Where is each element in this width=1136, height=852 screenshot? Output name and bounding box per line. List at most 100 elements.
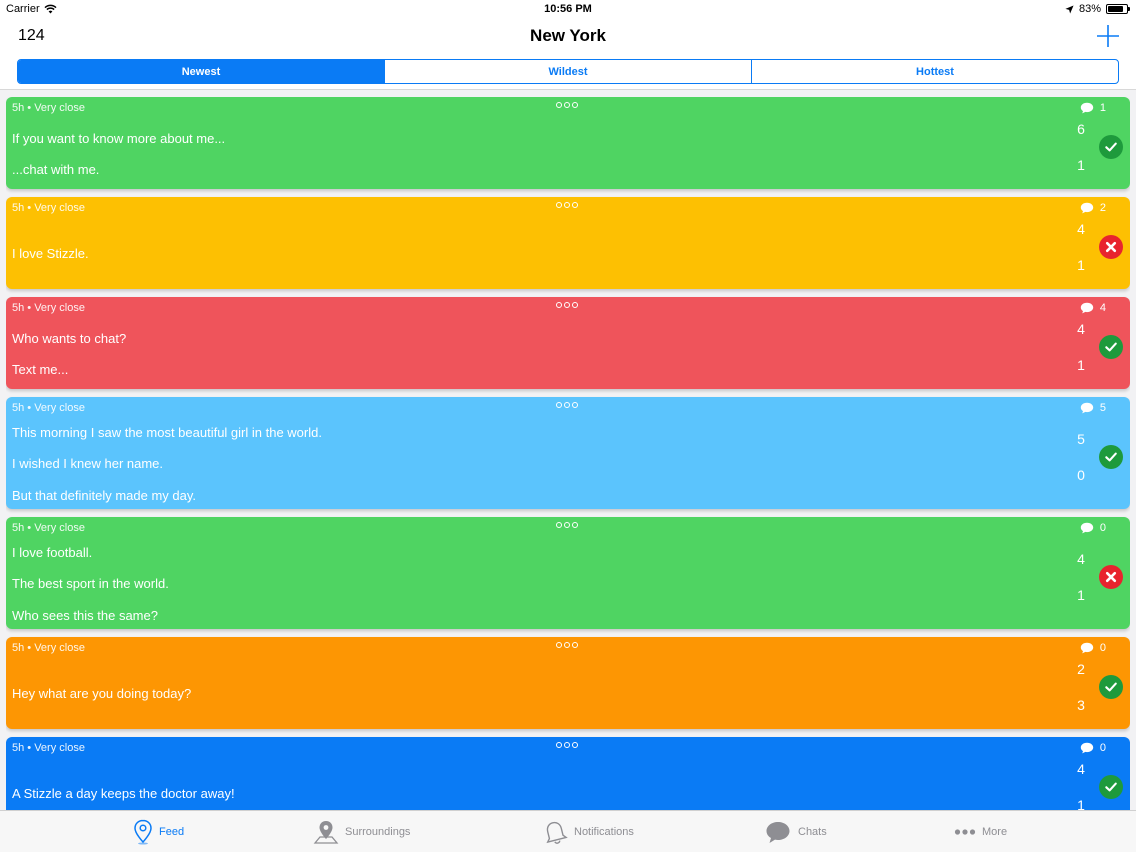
downvote-count[interactable]: 1 xyxy=(1074,157,1088,173)
checkmark-icon xyxy=(1105,782,1117,792)
tab-notifications[interactable]: Notifications xyxy=(542,811,634,852)
comment-count: 2 xyxy=(1099,202,1106,214)
comment-icon xyxy=(1080,302,1094,314)
post-comment-count[interactable]: 0 xyxy=(1080,522,1106,534)
post-options-button[interactable] xyxy=(556,742,578,748)
post-card[interactable]: 5h • Very close I love Stizzle. 2 4 1 xyxy=(6,197,1130,289)
downvote-count[interactable]: 3 xyxy=(1074,697,1088,713)
tab-more[interactable]: More xyxy=(954,811,1007,852)
vote-status-badge[interactable] xyxy=(1099,135,1123,159)
post-card[interactable]: 5h • Very close Who wants to chat? Text m… xyxy=(6,297,1130,389)
tab-surroundings[interactable]: Surroundings xyxy=(313,811,410,852)
post-text-line: A Stizzle a day keeps the doctor away! xyxy=(12,786,235,802)
comment-icon xyxy=(1080,742,1094,754)
sort-segmented-control: Newest Wildest Hottest xyxy=(17,59,1119,84)
options-dot-icon xyxy=(556,102,562,108)
post-feed[interactable]: 5h • Very close If you want to know more… xyxy=(6,97,1130,810)
comment-icon xyxy=(1080,202,1094,214)
post-options-button[interactable] xyxy=(556,102,578,108)
post-options-button[interactable] xyxy=(556,202,578,208)
comment-icon xyxy=(1080,642,1094,654)
upvote-count[interactable]: 6 xyxy=(1074,121,1088,137)
checkmark-icon xyxy=(1105,682,1117,692)
post-comment-count[interactable]: 1 xyxy=(1080,102,1106,114)
upvote-count[interactable]: 4 xyxy=(1074,221,1088,237)
post-card[interactable]: 5h • Very close I love football. The best… xyxy=(6,517,1130,629)
post-meta: 5h • Very close xyxy=(12,302,85,314)
options-dot-icon xyxy=(564,522,570,528)
options-dot-icon xyxy=(556,642,562,648)
post-card[interactable]: 5h • Very close This morning I saw the m… xyxy=(6,397,1130,509)
options-dot-icon xyxy=(572,402,578,408)
tab-chats[interactable]: Chats xyxy=(764,811,827,852)
segment-wildest[interactable]: Wildest xyxy=(385,60,752,83)
post-options-button[interactable] xyxy=(556,642,578,648)
add-post-button[interactable] xyxy=(1094,22,1122,50)
comment-icon xyxy=(1080,402,1094,414)
post-comment-count[interactable]: 2 xyxy=(1080,202,1106,214)
tab-label: Feed xyxy=(159,826,185,838)
post-card[interactable]: 5h • Very close If you want to know more… xyxy=(6,97,1130,189)
downvote-count[interactable]: 1 xyxy=(1074,357,1088,373)
post-body: I love football. The best sport in the wo… xyxy=(12,537,1040,632)
upvote-count[interactable]: 5 xyxy=(1074,431,1088,447)
tab-label: Notifications xyxy=(574,826,634,838)
post-options-button[interactable] xyxy=(556,402,578,408)
checkmark-icon xyxy=(1105,452,1117,462)
comment-icon xyxy=(1080,522,1094,534)
status-time: 10:56 PM xyxy=(544,3,592,15)
options-dot-icon xyxy=(556,202,562,208)
post-card[interactable]: 5h • Very close Hey what are you doing t… xyxy=(6,637,1130,729)
options-dot-icon xyxy=(572,742,578,748)
options-dot-icon xyxy=(556,742,562,748)
vote-status-badge[interactable] xyxy=(1099,445,1123,469)
post-body: If you want to know more about me... ...c… xyxy=(12,123,1040,186)
segment-hottest[interactable]: Hottest xyxy=(752,60,1118,83)
vote-status-badge[interactable] xyxy=(1099,675,1123,699)
options-dot-icon xyxy=(572,202,578,208)
post-comment-count[interactable]: 0 xyxy=(1080,742,1106,754)
cross-icon xyxy=(1105,241,1117,253)
vote-status-badge[interactable] xyxy=(1099,235,1123,259)
downvote-count[interactable]: 1 xyxy=(1074,797,1088,810)
upvote-count[interactable]: 4 xyxy=(1074,551,1088,567)
post-text-line: The best sport in the world. xyxy=(12,576,169,592)
location-arrow-icon xyxy=(1065,4,1074,14)
chat-bubble-icon xyxy=(764,819,792,845)
post-options-button[interactable] xyxy=(556,302,578,308)
post-comment-count[interactable]: 0 xyxy=(1080,642,1106,654)
upvote-count[interactable]: 4 xyxy=(1074,761,1088,777)
post-body: Hey what are you doing today? xyxy=(12,678,1040,710)
checkmark-icon xyxy=(1105,142,1117,152)
plus-icon xyxy=(1097,25,1119,47)
downvote-count[interactable]: 1 xyxy=(1074,587,1088,603)
upvote-count[interactable]: 2 xyxy=(1074,661,1088,677)
options-dot-icon xyxy=(564,102,570,108)
post-meta: 5h • Very close xyxy=(12,402,85,414)
segment-newest[interactable]: Newest xyxy=(18,60,385,83)
options-dot-icon xyxy=(564,642,570,648)
upvote-count[interactable]: 4 xyxy=(1074,321,1088,337)
vote-status-badge[interactable] xyxy=(1099,775,1123,799)
options-dot-icon xyxy=(572,302,578,308)
post-text-line: If you want to know more about me... xyxy=(12,130,226,146)
navigation-bar: 124 New York xyxy=(0,18,1136,56)
post-comment-count[interactable]: 4 xyxy=(1080,302,1106,314)
downvote-count[interactable]: 0 xyxy=(1074,467,1088,483)
downvote-count[interactable]: 1 xyxy=(1074,257,1088,273)
post-options-button[interactable] xyxy=(556,522,578,528)
post-card[interactable]: 5h • Very close A Stizzle a day keeps th… xyxy=(6,737,1130,810)
post-meta: 5h • Very close xyxy=(12,202,85,214)
options-dot-icon xyxy=(556,522,562,528)
vote-status-badge[interactable] xyxy=(1099,565,1123,589)
options-dot-icon xyxy=(572,642,578,648)
vote-status-badge[interactable] xyxy=(1099,335,1123,359)
comment-count: 1 xyxy=(1099,102,1106,114)
post-text-line: Who sees this the same? xyxy=(12,607,158,623)
post-comment-count[interactable]: 5 xyxy=(1080,402,1106,414)
location-pin-icon xyxy=(133,819,153,845)
tab-feed[interactable]: Feed xyxy=(133,811,184,852)
karma-count: 124 xyxy=(18,27,45,44)
options-dot-icon xyxy=(564,302,570,308)
comment-count: 5 xyxy=(1099,402,1106,414)
